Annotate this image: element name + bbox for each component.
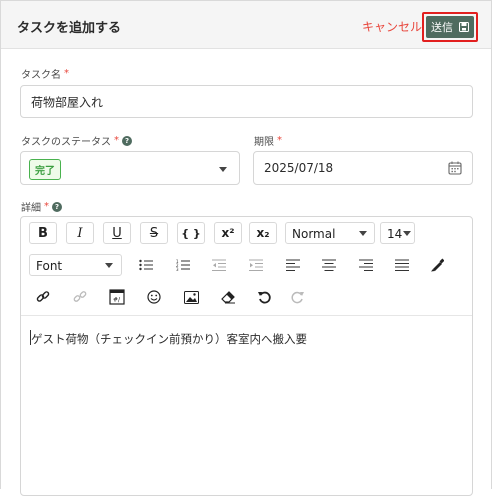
status-select[interactable]: 完了 [20, 151, 240, 185]
cancel-button[interactable]: キャンセル [362, 18, 422, 35]
chevron-down-icon [359, 231, 367, 236]
align-center-icon[interactable] [315, 254, 343, 276]
code-button[interactable]: { } [177, 222, 205, 244]
svg-text:#/: #/ [113, 297, 121, 304]
outdent-icon[interactable] [205, 254, 233, 276]
submit-button[interactable]: 送信 [426, 16, 474, 38]
code-view-icon[interactable]: #/ [103, 286, 131, 308]
status-badge: 完了 [29, 159, 61, 180]
rich-text-editor[interactable]: B I U S { } x² x₂ Normal 14 Font 123 #/ … [20, 216, 473, 496]
details-label: 詳細 * ? [21, 199, 62, 214]
editor-toolbar: B I U S { } x² x₂ Normal 14 Font 123 #/ [21, 217, 472, 316]
font-family-select[interactable]: Font [29, 254, 122, 276]
bullet-list-icon[interactable] [132, 254, 160, 276]
svg-text:3: 3 [176, 267, 179, 271]
strikethrough-button[interactable]: S [140, 222, 168, 244]
deadline-input[interactable]: 2025/07/18 [253, 151, 473, 185]
calendar-icon[interactable] [448, 161, 462, 175]
undo-icon[interactable] [250, 286, 278, 308]
align-left-icon[interactable] [279, 254, 307, 276]
task-name-input[interactable]: 荷物部屋入れ [20, 85, 473, 118]
indent-icon[interactable] [242, 254, 270, 276]
chevron-down-icon [105, 263, 113, 268]
format-select[interactable]: Normal [285, 222, 375, 244]
unlink-icon[interactable] [66, 286, 94, 308]
align-justify-icon[interactable] [388, 254, 416, 276]
text-color-icon[interactable] [423, 254, 451, 276]
chevron-down-icon [219, 167, 227, 172]
submit-label: 送信 [431, 21, 453, 34]
numbered-list-icon[interactable]: 123 [169, 254, 197, 276]
help-icon[interactable]: ? [122, 135, 132, 146]
italic-button[interactable]: I [66, 222, 94, 244]
task-name-label: タスク名 * [21, 68, 69, 81]
emoji-icon[interactable] [140, 286, 168, 308]
chevron-down-icon [403, 231, 411, 236]
superscript-button[interactable]: x² [214, 222, 242, 244]
deadline-label: 期限 * [254, 135, 282, 148]
status-label: タスクのステータス * ? [21, 133, 132, 148]
align-right-icon[interactable] [352, 254, 380, 276]
bold-button[interactable]: B [29, 222, 57, 244]
page-title: タスクを追加する [17, 21, 122, 36]
help-icon[interactable]: ? [52, 201, 62, 212]
redo-icon[interactable] [284, 286, 312, 308]
image-icon[interactable] [177, 286, 205, 308]
editor-content[interactable]: ゲスト荷物（チェックイン前預かり）客室内へ搬入要 [31, 331, 307, 347]
submit-highlight: 送信 [422, 12, 478, 42]
eraser-icon[interactable] [214, 286, 242, 308]
link-icon[interactable] [29, 286, 57, 308]
underline-button[interactable]: U [103, 222, 131, 244]
save-icon [459, 22, 469, 32]
subscript-button[interactable]: x₂ [249, 222, 277, 244]
dialog-header: タスクを追加する キャンセル 送信 [1, 1, 491, 49]
font-size-select[interactable]: 14 [380, 222, 415, 244]
